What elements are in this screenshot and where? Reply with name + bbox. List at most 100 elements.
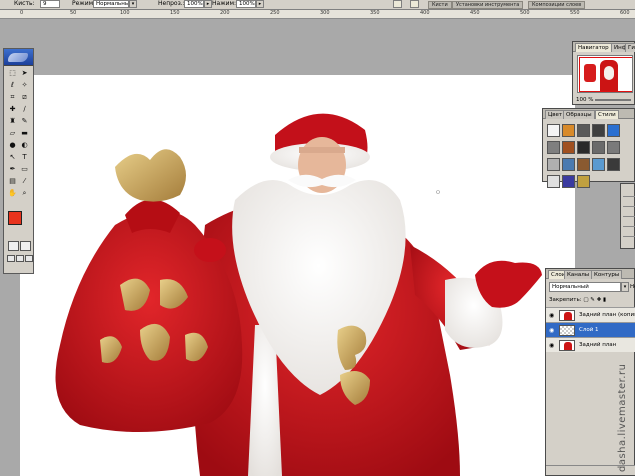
screen-mode-full-menu-icon[interactable] bbox=[16, 255, 24, 262]
crop-icon[interactable]: ⌗ bbox=[7, 92, 18, 102]
style-swatch[interactable] bbox=[577, 124, 590, 137]
blend-mode-select[interactable]: Нормальный bbox=[549, 282, 621, 292]
type-icon[interactable]: T bbox=[19, 152, 30, 162]
style-swatch[interactable] bbox=[562, 124, 575, 137]
foreground-color-swatch[interactable] bbox=[8, 211, 22, 225]
document-canvas[interactable] bbox=[20, 75, 575, 476]
lock-label: Закрепить: bbox=[549, 297, 582, 303]
brush-size-picker[interactable]: 9 bbox=[40, 0, 60, 8]
lock-all-icon[interactable]: ▮ bbox=[603, 297, 606, 303]
history-palette bbox=[620, 183, 635, 249]
style-swatch[interactable] bbox=[562, 175, 575, 188]
ruler-tick-label: 450 bbox=[470, 10, 480, 16]
palette-well: Кисти Установки инструмента Композиции с… bbox=[428, 0, 635, 10]
standard-mode-icon[interactable] bbox=[8, 241, 19, 251]
style-swatch[interactable] bbox=[577, 158, 590, 171]
dodge-icon[interactable]: ◐ bbox=[19, 140, 30, 150]
gradient-icon[interactable]: ▬ bbox=[19, 128, 30, 138]
flow-input[interactable]: 100% bbox=[236, 0, 256, 8]
watermark-text: dasha.livemaster.ru bbox=[617, 363, 628, 472]
eraser-icon[interactable]: ▱ bbox=[7, 128, 18, 138]
tab-channels[interactable]: Каналы bbox=[564, 270, 593, 279]
visibility-eye-icon[interactable]: ◉ bbox=[549, 312, 554, 319]
brush-icon[interactable]: ∕ bbox=[19, 104, 30, 114]
style-swatch[interactable] bbox=[592, 158, 605, 171]
well-tab-tool-presets[interactable]: Установки инструмента bbox=[452, 1, 524, 9]
layer-row-layer-1[interactable]: ◉ Слой 1 bbox=[546, 322, 635, 337]
lock-pixels-icon[interactable]: ✎ bbox=[590, 297, 595, 303]
lock-row: Закрепить: ▢ ✎ ✚ ▮ bbox=[549, 296, 606, 304]
tools-palette: ⬚ ➤ ℓ ✧ ⌗ ⧄ ✚ ∕ ♜ ✎ ▱ ▬ ● ◐ ↖ T ✒ ▭ ▤ ⁄ ✋ ⌕ bbox=[3, 48, 34, 274]
layer-row-background-copy[interactable]: ◉ Задний план (копия) bbox=[546, 307, 635, 322]
style-swatch[interactable] bbox=[547, 158, 560, 171]
style-swatch[interactable] bbox=[562, 158, 575, 171]
blur-icon[interactable]: ● bbox=[7, 140, 18, 150]
lock-position-icon[interactable]: ✚ bbox=[597, 297, 602, 303]
flow-arrow[interactable]: ▸ bbox=[256, 0, 264, 8]
stamp-icon[interactable]: ♜ bbox=[7, 116, 18, 126]
tab-navigator[interactable]: Навигатор bbox=[575, 43, 612, 52]
style-swatch[interactable] bbox=[547, 124, 560, 137]
path-select-icon[interactable]: ↖ bbox=[7, 152, 18, 162]
zoom-slider[interactable] bbox=[595, 99, 631, 101]
quick-mask-icon[interactable] bbox=[20, 241, 31, 251]
airbrush-icon[interactable] bbox=[393, 0, 402, 8]
style-swatch[interactable] bbox=[547, 141, 560, 154]
style-swatch[interactable] bbox=[547, 175, 560, 188]
screen-mode-full-icon[interactable] bbox=[25, 255, 33, 262]
ruler-tick-label: 0 bbox=[20, 10, 24, 16]
zoom-icon[interactable]: ⌕ bbox=[19, 188, 30, 198]
well-tab-layer-comps[interactable]: Композиции слоев bbox=[528, 1, 586, 9]
tab-swatches[interactable]: Образцы bbox=[563, 110, 595, 119]
visibility-eye-icon[interactable]: ◉ bbox=[549, 342, 554, 349]
style-swatch[interactable] bbox=[592, 124, 605, 137]
visibility-eye-icon[interactable]: ◉ bbox=[549, 327, 554, 334]
style-swatch[interactable] bbox=[562, 141, 575, 154]
navigator-zoom[interactable]: 100 % bbox=[576, 97, 593, 103]
navigator-thumbnail[interactable] bbox=[577, 55, 633, 93]
move-icon[interactable]: ➤ bbox=[19, 68, 30, 78]
mode-dropdown-arrow[interactable]: ▾ bbox=[129, 0, 137, 8]
blend-mode-dropdown-arrow[interactable]: ▾ bbox=[621, 282, 629, 292]
screen-mode-standard-icon[interactable] bbox=[7, 255, 15, 262]
tab-histogram[interactable]: Гис bbox=[625, 43, 635, 52]
lock-transparency-icon[interactable]: ▢ bbox=[583, 297, 588, 303]
toolbox-header[interactable] bbox=[4, 49, 33, 66]
style-swatch[interactable] bbox=[577, 141, 590, 154]
style-swatch[interactable] bbox=[607, 158, 620, 171]
style-swatch[interactable] bbox=[607, 124, 620, 137]
mode-select[interactable]: Нормальный bbox=[93, 0, 129, 8]
layer-name: Задний план (копия) bbox=[579, 312, 635, 318]
layer-row-background[interactable]: ◉ Задний план bbox=[546, 337, 635, 352]
style-swatch[interactable] bbox=[577, 175, 590, 188]
opacity-label: Непроз.: bbox=[158, 0, 185, 7]
hand-icon[interactable]: ✋ bbox=[7, 188, 18, 198]
navigator-palette: Навигатор Инфо Гис 100 % bbox=[572, 41, 635, 105]
history-brush-icon[interactable]: ✎ bbox=[19, 116, 30, 126]
tab-styles[interactable]: Стили bbox=[595, 110, 619, 119]
marquee-icon[interactable]: ⬚ bbox=[7, 68, 18, 78]
photoshop-feather-icon bbox=[8, 53, 28, 62]
eyedropper-icon[interactable]: ⁄ bbox=[19, 176, 30, 186]
style-swatch[interactable] bbox=[607, 141, 620, 154]
opacity-input[interactable]: 100% bbox=[184, 0, 204, 8]
lasso-icon[interactable]: ℓ bbox=[7, 80, 18, 90]
ruler-tick-label: 550 bbox=[570, 10, 580, 16]
view-box[interactable] bbox=[579, 57, 632, 92]
notes-icon[interactable]: ▤ bbox=[7, 176, 18, 186]
palette-toggle-icon[interactable] bbox=[410, 0, 419, 8]
style-swatch[interactable] bbox=[592, 141, 605, 154]
tab-paths[interactable]: Контуры bbox=[591, 270, 623, 279]
well-tab-brushes[interactable]: Кисти bbox=[428, 1, 452, 9]
opacity-arrow[interactable]: ▸ bbox=[204, 0, 212, 8]
flow-label: Нажим: bbox=[212, 0, 237, 7]
mode-label: Режим: bbox=[72, 0, 96, 7]
pen-icon[interactable]: ✒ bbox=[7, 164, 18, 174]
healing-icon[interactable]: ✚ bbox=[7, 104, 18, 114]
styles-palette: Цвет Образцы Стили bbox=[542, 108, 635, 188]
slice-icon[interactable]: ⧄ bbox=[19, 92, 30, 102]
shape-icon[interactable]: ▭ bbox=[19, 164, 30, 174]
opacity-short-label: Не bbox=[630, 284, 635, 290]
magic-wand-icon[interactable]: ✧ bbox=[19, 80, 30, 90]
tool-grid: ⬚ ➤ ℓ ✧ ⌗ ⧄ ✚ ∕ ♜ ✎ ▱ ▬ ● ◐ ↖ T ✒ ▭ ▤ ⁄ ✋ ⌕ bbox=[7, 68, 31, 200]
